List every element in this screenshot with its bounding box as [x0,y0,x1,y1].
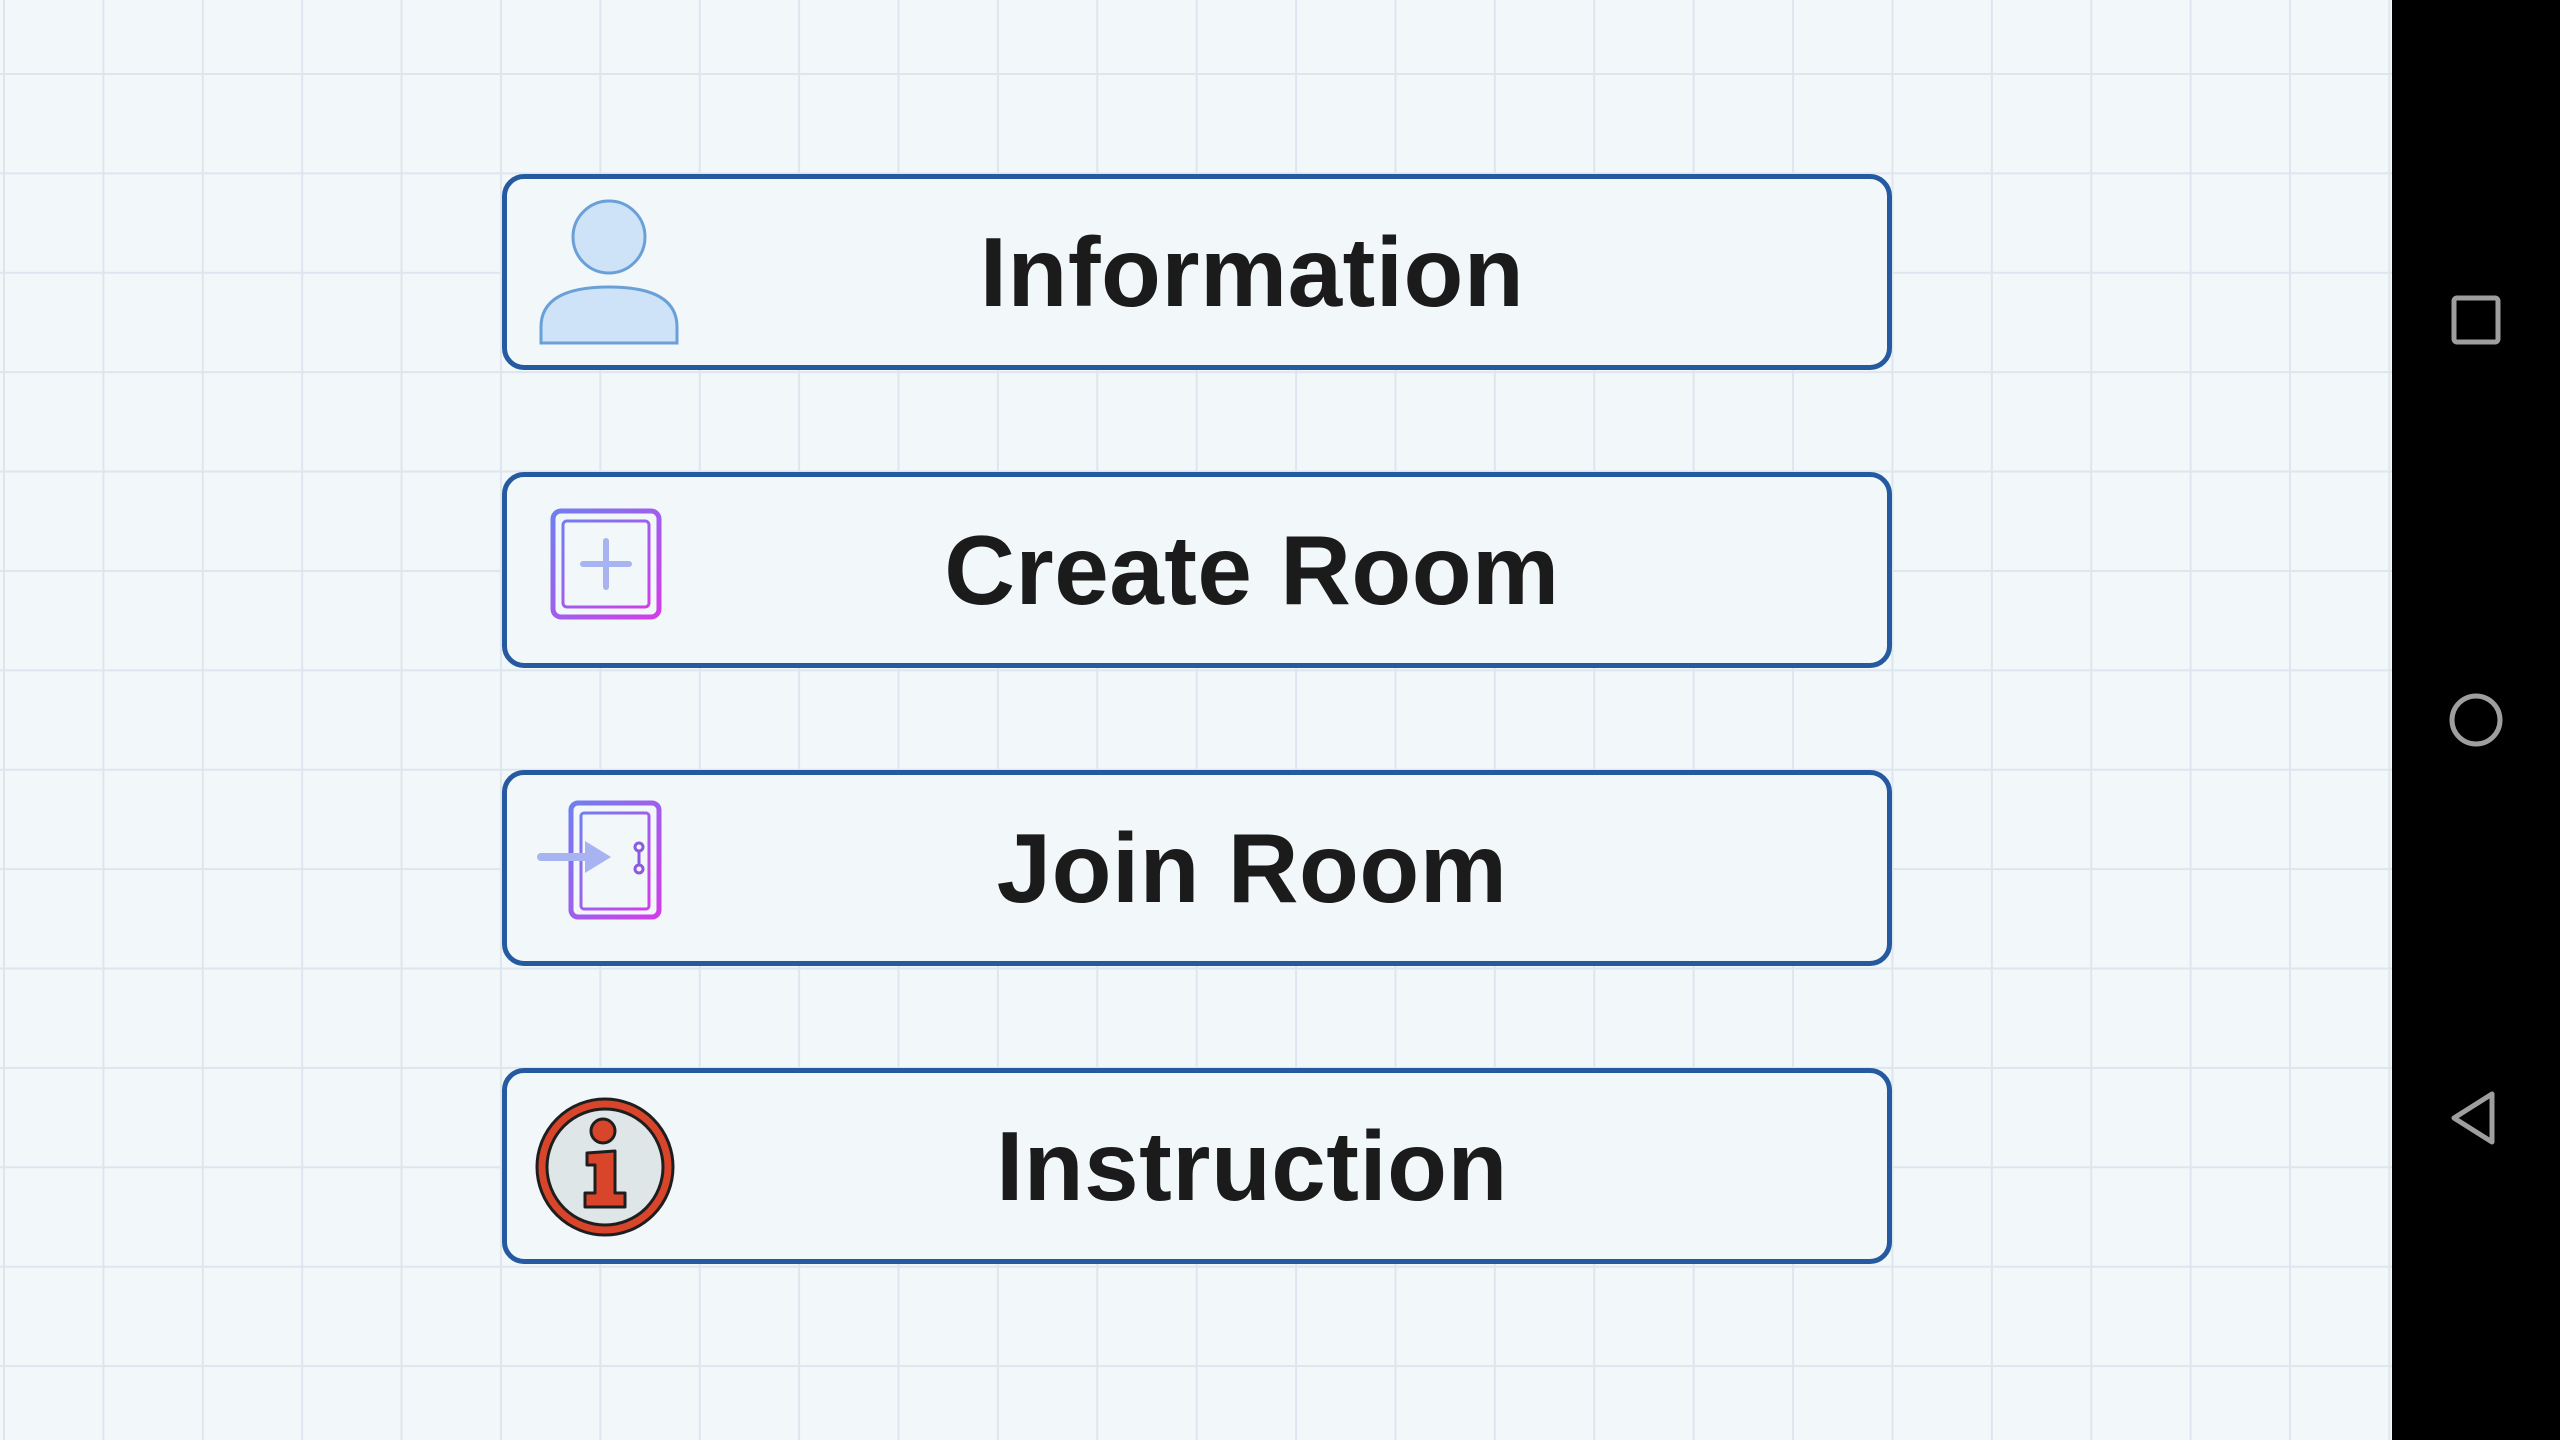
screen: Information Create Room Join Room Instru… [0,0,2560,1440]
join-room-label: Join Room [996,812,1508,923]
triangle-back-icon [2451,1091,2495,1145]
square-recents-icon [2451,295,2501,345]
recents-button[interactable] [2426,270,2526,370]
create-room-label: Create Room [944,514,1560,625]
home-button[interactable] [2426,670,2526,770]
back-button[interactable] [2426,1068,2526,1168]
app-area: Information Create Room Join Room Instru… [0,0,2392,1440]
navigation-bar [2392,0,2560,1440]
information-label: Information [979,216,1525,327]
create-room-button[interactable]: Create Room [502,472,1892,668]
information-button[interactable]: Information [502,174,1892,370]
instruction-button[interactable]: Instruction [502,1068,1892,1264]
circle-home-icon [2449,693,2503,747]
instruction-label: Instruction [996,1110,1508,1221]
join-room-button[interactable]: Join Room [502,770,1892,966]
